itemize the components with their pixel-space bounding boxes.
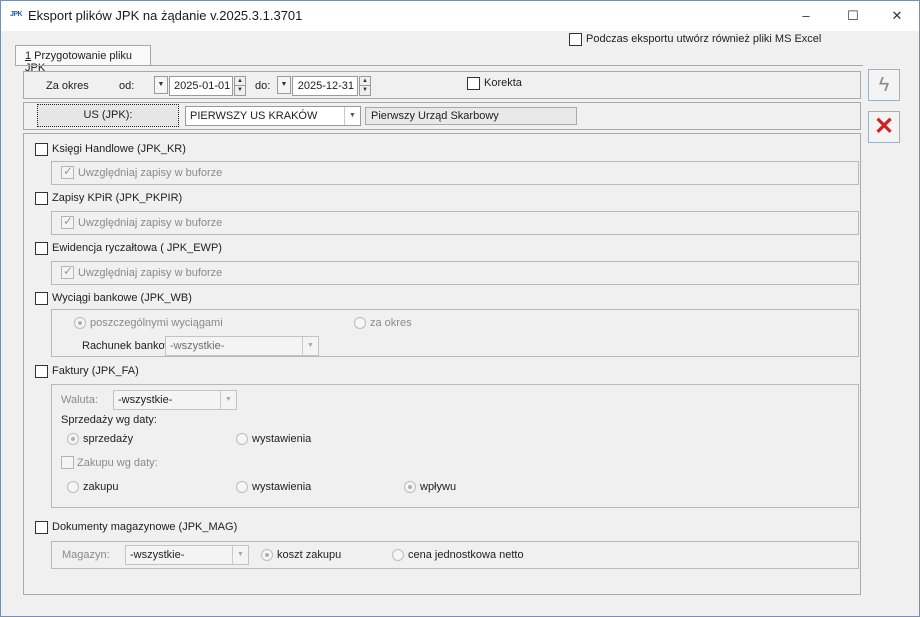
mag-purchase-cost-radio[interactable] bbox=[261, 549, 273, 561]
close-x-icon: ✕ bbox=[873, 113, 895, 140]
jpk-ewp-buffer-label: Uwzględniaj zapisy w buforze bbox=[78, 267, 223, 279]
jpk-app-icon: JPK bbox=[10, 11, 23, 18]
jpk-export-window: JPK Eksport plików JPK na żądanie v.2025… bbox=[0, 0, 920, 617]
tab-divider bbox=[15, 65, 863, 66]
from-date-input[interactable]: 2025-01-01 bbox=[169, 76, 233, 96]
minimize-button[interactable]: – bbox=[783, 1, 829, 31]
bank-account-value: -wszystkie- bbox=[170, 340, 225, 352]
period-label: Za okres bbox=[46, 80, 89, 92]
jpk-kr-buffer-label: Uwzględniaj zapisy w buforze bbox=[78, 167, 223, 179]
jpk-pkpir-checkbox[interactable] bbox=[35, 192, 48, 205]
currency-value: -wszystkie- bbox=[118, 394, 173, 406]
title-bar: JPK Eksport plików JPK na żądanie v.2025… bbox=[1, 1, 919, 31]
excel-export-checkbox[interactable] bbox=[569, 33, 582, 46]
wb-per-period-radio[interactable] bbox=[354, 317, 366, 329]
sales-by-sale-date-label: sprzedaży bbox=[83, 433, 134, 445]
cancel-button[interactable]: ✕ bbox=[868, 111, 900, 143]
export-button[interactable]: ϟ bbox=[868, 69, 900, 101]
wb-per-statement-radio[interactable] bbox=[74, 317, 86, 329]
jpk-kr-checkbox[interactable] bbox=[35, 143, 48, 156]
chevron-down-icon[interactable]: ▼ bbox=[302, 337, 318, 355]
jpk-mag-options: Magazyn: -wszystkie- ▼ koszt zakupu cena… bbox=[51, 541, 859, 569]
to-date-up-icon[interactable]: ▲ bbox=[360, 77, 370, 86]
jpk-kr-buffer-checkbox[interactable]: ✓ bbox=[61, 164, 74, 179]
jpk-fa-checkbox[interactable] bbox=[35, 365, 48, 378]
wb-per-statement-label: poszczególnymi wyciągami bbox=[90, 317, 223, 329]
to-date-spinner[interactable]: ▲ ▼ bbox=[359, 76, 371, 96]
tab-prepare-jpk[interactable]: 1 Przygotowanie pliku JPK bbox=[15, 45, 151, 74]
jpk-wb-checkbox[interactable] bbox=[35, 292, 48, 305]
close-window-button[interactable]: ✕ bbox=[874, 1, 920, 31]
from-date-up-icon[interactable]: ▲ bbox=[235, 77, 245, 86]
from-date-down-icon[interactable]: ▼ bbox=[235, 86, 245, 95]
jpk-ewp-checkbox[interactable] bbox=[35, 242, 48, 255]
warehouse-combo[interactable]: -wszystkie- ▼ bbox=[125, 545, 249, 565]
warehouse-value: -wszystkie- bbox=[130, 549, 185, 561]
sales-by-issue-date-radio[interactable] bbox=[236, 433, 248, 445]
purchase-by-issue-date-label: wystawienia bbox=[252, 481, 312, 493]
bank-account-combo[interactable]: -wszystkie- ▼ bbox=[165, 336, 319, 356]
tax-office-combo[interactable]: PIERWSZY US KRAKÓW ▼ bbox=[185, 106, 361, 126]
currency-combo[interactable]: -wszystkie- ▼ bbox=[113, 390, 237, 410]
jpk-pkpir-buffer-label: Uwzględniaj zapisy w buforze bbox=[78, 217, 223, 229]
purchase-date-checkbox[interactable] bbox=[61, 456, 74, 469]
from-label: od: bbox=[119, 80, 135, 92]
period-panel: Za okres od: ▼ 2025-01-01 ▲ ▼ do: ▼ 2025… bbox=[23, 71, 861, 99]
chevron-down-icon[interactable]: ▼ bbox=[232, 546, 248, 564]
from-date-dropdown-button[interactable]: ▼ bbox=[154, 76, 168, 94]
to-date-down-icon[interactable]: ▼ bbox=[360, 86, 370, 95]
check-icon: ✓ bbox=[63, 164, 74, 178]
purchase-by-receipt-date-radio[interactable] bbox=[404, 481, 416, 493]
currency-label: Waluta: bbox=[61, 394, 98, 406]
lightning-icon: ϟ bbox=[878, 74, 890, 96]
sales-date-label: Sprzedaży wg daty: bbox=[61, 414, 157, 426]
window-title: Eksport plików JPK na żądanie v.2025.3.1… bbox=[28, 8, 303, 23]
jpk-wb-label: Wyciągi bankowe (JPK_WB) bbox=[52, 292, 192, 304]
sales-by-issue-date-label: wystawienia bbox=[252, 433, 312, 445]
maximize-button[interactable]: ☐ bbox=[830, 1, 876, 31]
purchase-by-issue-date-radio[interactable] bbox=[236, 481, 248, 493]
purchase-by-receipt-date-label: wpływu bbox=[420, 481, 457, 493]
to-date-input[interactable]: 2025-12-31 bbox=[292, 76, 358, 96]
purchase-date-label: Zakupu wg daty: bbox=[77, 457, 158, 469]
chevron-down-icon[interactable]: ▼ bbox=[220, 391, 236, 409]
jpk-wb-options: poszczególnymi wyciągami za okres Rachun… bbox=[51, 309, 859, 357]
to-label: do: bbox=[255, 80, 271, 92]
purchase-by-purchase-date-label: zakupu bbox=[83, 481, 119, 493]
correction-label: Korekta bbox=[484, 77, 522, 89]
mag-unit-net-price-radio[interactable] bbox=[392, 549, 404, 561]
tax-office-button[interactable]: US (JPK): bbox=[37, 104, 179, 127]
jpk-fa-options: Waluta: -wszystkie- ▼ Sprzedaży wg daty:… bbox=[51, 384, 859, 508]
jpk-kr-label: Księgi Handlowe (JPK_KR) bbox=[52, 143, 186, 155]
chevron-down-icon[interactable]: ▼ bbox=[344, 107, 360, 125]
jpk-mag-label: Dokumenty magazynowe (JPK_MAG) bbox=[52, 521, 238, 533]
jpk-pkpir-buffer-checkbox[interactable]: ✓ bbox=[61, 214, 74, 229]
warehouse-label: Magazyn: bbox=[62, 549, 110, 561]
check-icon: ✓ bbox=[63, 214, 74, 228]
check-icon: ✓ bbox=[63, 264, 74, 278]
to-date-dropdown-button[interactable]: ▼ bbox=[277, 76, 291, 94]
jpk-pkpir-options: ✓ Uwzględniaj zapisy w buforze bbox=[51, 211, 859, 235]
from-date-spinner[interactable]: ▲ ▼ bbox=[234, 76, 246, 96]
jpk-kr-options: ✓ Uwzględniaj zapisy w buforze bbox=[51, 161, 859, 185]
jpk-mag-checkbox[interactable] bbox=[35, 521, 48, 534]
jpk-ewp-options: ✓ Uwzględniaj zapisy w buforze bbox=[51, 261, 859, 285]
excel-export-label: Podczas eksportu utwórz również pliki MS… bbox=[586, 33, 822, 45]
wb-per-period-label: za okres bbox=[370, 317, 412, 329]
sales-by-sale-date-radio[interactable] bbox=[67, 433, 79, 445]
mag-purchase-cost-label: koszt zakupu bbox=[277, 549, 342, 561]
tax-office-code: PIERWSZY US KRAKÓW bbox=[190, 110, 318, 122]
jpk-ewp-label: Ewidencja ryczałtowa ( JPK_EWP) bbox=[52, 242, 222, 254]
purchase-by-purchase-date-radio[interactable] bbox=[67, 481, 79, 493]
mag-unit-net-price-label: cena jednostkowa netto bbox=[408, 549, 524, 561]
jpk-pkpir-label: Zapisy KPiR (JPK_PKPIR) bbox=[52, 192, 183, 204]
correction-checkbox[interactable] bbox=[467, 77, 480, 90]
jpk-ewp-buffer-checkbox[interactable]: ✓ bbox=[61, 264, 74, 279]
jpk-fa-label: Faktury (JPK_FA) bbox=[52, 365, 139, 377]
tax-office-name: Pierwszy Urząd Skarbowy bbox=[365, 107, 577, 125]
